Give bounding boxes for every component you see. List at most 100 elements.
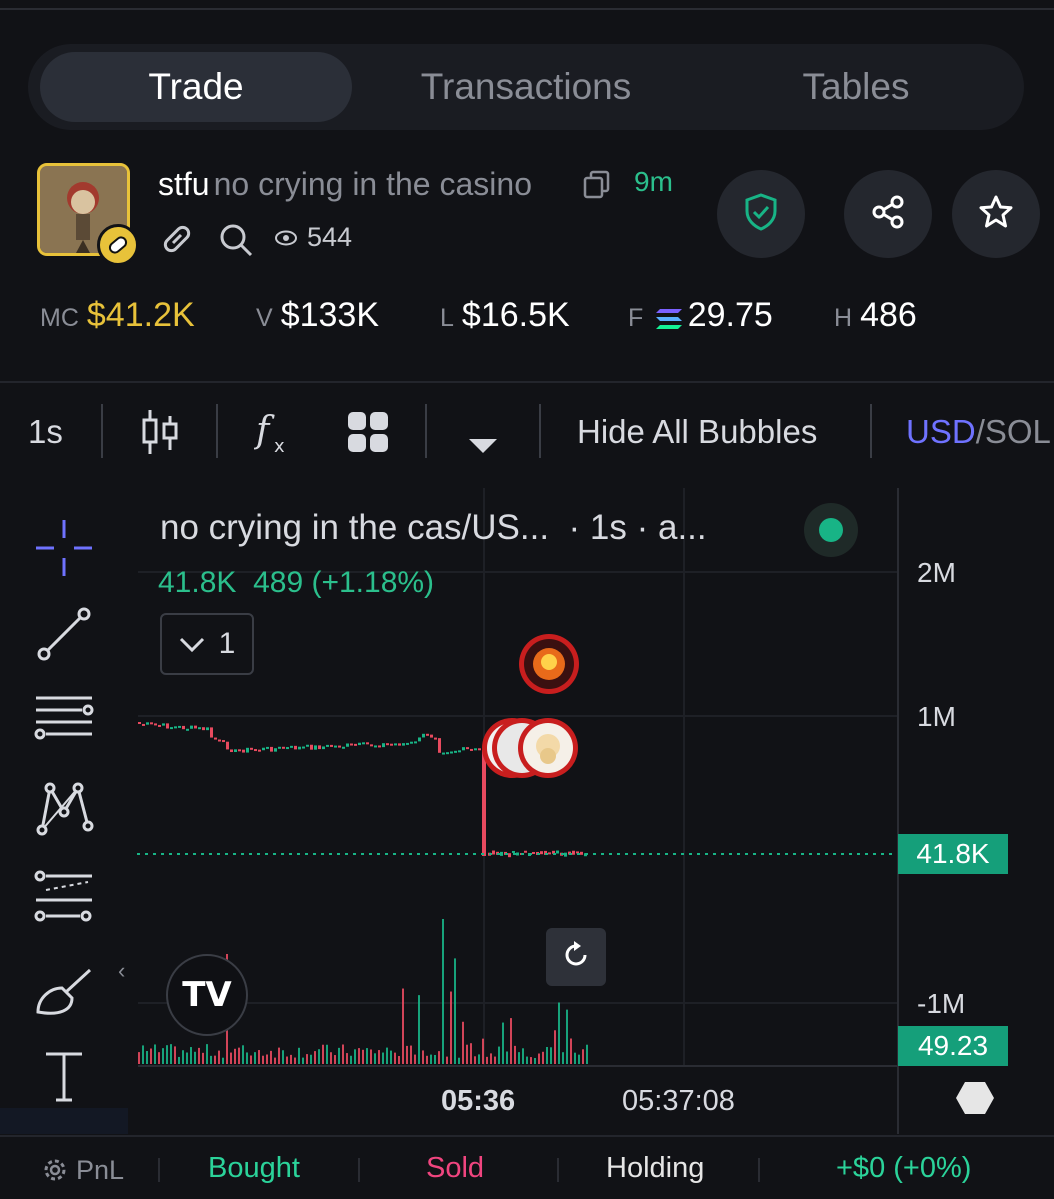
volume-bar	[482, 1038, 484, 1064]
chart-ohlc: 41.8K 489 (+1.18%)	[158, 566, 434, 600]
toolbar-divider	[101, 404, 103, 458]
indicators-icon[interactable]: fx	[253, 406, 294, 458]
candle	[466, 747, 469, 750]
volume-bar	[174, 1046, 176, 1064]
chart-meta: · 1s · a...	[568, 508, 707, 547]
settings-hexagon-icon[interactable]	[955, 1080, 995, 1121]
copy-icon[interactable]	[583, 170, 611, 205]
candle	[450, 751, 453, 754]
favorite-button[interactable]	[952, 170, 1040, 258]
gear-icon[interactable]	[42, 1157, 68, 1188]
volume-bar	[430, 1054, 432, 1064]
dropdown-triangle-icon[interactable]	[468, 424, 498, 453]
stat-market-cap: MC $41.2K	[40, 296, 195, 335]
volume-bar	[334, 1055, 336, 1064]
volume-bar	[162, 1048, 164, 1064]
candle	[174, 726, 177, 729]
candle	[210, 727, 213, 738]
legend-collapse-button[interactable]: 1	[160, 613, 254, 675]
candle	[370, 744, 373, 747]
pill-badge-icon	[97, 224, 139, 266]
collapse-tools-icon[interactable]: ‹	[118, 958, 125, 984]
toolbar-divider	[539, 404, 541, 458]
horizontal-lines-icon[interactable]	[32, 688, 96, 752]
volume-bar	[558, 1002, 560, 1064]
currency-usd[interactable]: USD	[906, 413, 976, 450]
share-button[interactable]	[844, 170, 932, 258]
stat-liquidity: L $16.5K	[440, 296, 570, 335]
candle	[470, 748, 473, 751]
candle	[374, 745, 377, 748]
volume-bar	[562, 1052, 564, 1064]
candle	[548, 852, 551, 855]
candle	[178, 725, 181, 728]
volume-bar	[418, 995, 420, 1064]
trend-line-icon[interactable]	[32, 602, 96, 666]
currency-sol[interactable]: SOL	[985, 413, 1051, 450]
volume-bar	[454, 958, 456, 1064]
candle	[166, 723, 169, 729]
candle	[410, 741, 413, 744]
token-name: stfu no crying in the casino	[158, 164, 532, 204]
stat-volume: V $133K	[256, 296, 379, 335]
volume-bar	[298, 1047, 300, 1064]
volume-bar	[514, 1045, 516, 1064]
top-divider	[0, 8, 1054, 10]
interval-selector[interactable]: 1s	[28, 384, 63, 480]
tab-transactions[interactable]: Transactions	[368, 52, 684, 122]
volume-bar	[462, 1021, 464, 1064]
candlestick-icon[interactable]	[140, 406, 180, 458]
volume-bar	[466, 1044, 468, 1064]
refresh-icon	[561, 940, 591, 975]
candle	[454, 750, 457, 753]
text-tool-icon[interactable]	[32, 1044, 96, 1108]
volume-bar	[246, 1052, 248, 1064]
token-full-name: no crying in the casino	[213, 166, 532, 202]
candle	[422, 733, 425, 738]
candle	[430, 734, 433, 738]
y-axis-label: -1M	[917, 988, 966, 1019]
star-icon	[978, 194, 1014, 235]
candle	[350, 743, 353, 746]
volume-bar	[294, 1057, 296, 1064]
volume-bar	[210, 1055, 212, 1064]
pnl-label[interactable]: PnL	[76, 1155, 124, 1186]
candle	[338, 745, 341, 748]
sold-value: Sold	[426, 1152, 485, 1184]
volume-bar	[378, 1050, 380, 1064]
tab-tables[interactable]: Tables	[700, 52, 1012, 122]
volume-bar	[142, 1045, 144, 1064]
link-icon[interactable]	[160, 222, 194, 261]
volume-bar	[538, 1053, 540, 1064]
candle	[282, 746, 285, 749]
currency-toggle[interactable]: USD/SOL	[906, 384, 1054, 480]
volume-bar	[470, 1043, 472, 1064]
tab-trade[interactable]: Trade	[40, 52, 352, 122]
candle	[394, 743, 397, 746]
x-axis-label: 05:36	[441, 1085, 516, 1117]
brush-icon[interactable]	[32, 958, 96, 1022]
chart-toolbar: 1s fx Hide All Bubbles USD/SOL	[0, 384, 1054, 480]
layout-grid-icon[interactable]	[346, 410, 390, 454]
tradingview-logo[interactable]: TV	[166, 954, 248, 1036]
candle	[442, 752, 445, 755]
volume-bar	[402, 988, 404, 1064]
candle	[190, 725, 193, 729]
volume-bar	[282, 1050, 284, 1064]
candle	[346, 743, 349, 747]
candle	[138, 722, 141, 724]
volume-bar	[534, 1057, 536, 1064]
volume-bar	[546, 1046, 548, 1064]
candle	[438, 738, 441, 753]
candle	[250, 747, 253, 750]
search-icon[interactable]	[218, 222, 254, 263]
reset-chart-button[interactable]	[546, 928, 606, 986]
crosshair-icon[interactable]	[32, 516, 96, 580]
candle	[270, 746, 273, 752]
chevron-down-icon	[179, 627, 205, 661]
hide-all-bubbles-button[interactable]: Hide All Bubbles	[577, 384, 817, 480]
volume-bar	[198, 1047, 200, 1064]
fib-tool-icon[interactable]	[32, 866, 96, 930]
pattern-tool-icon[interactable]	[32, 778, 96, 842]
security-button[interactable]	[717, 170, 805, 258]
